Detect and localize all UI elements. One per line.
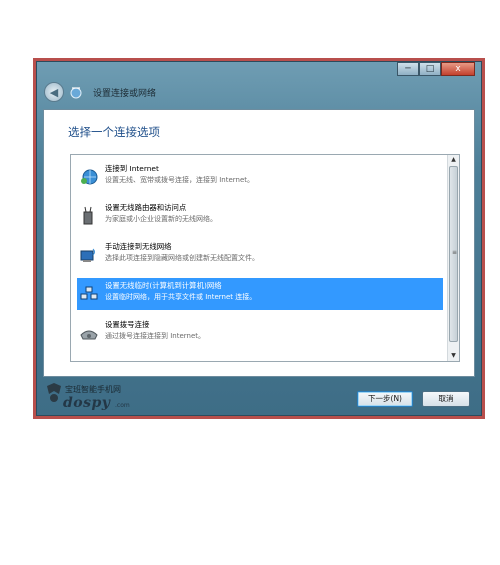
option-description: 选择此项连接到隐藏网络或创建新无线配置文件。	[105, 254, 259, 262]
adhoc-network-icon	[79, 284, 99, 304]
watermark-logo: 宝班智能手机网 dospy .com	[45, 382, 145, 412]
option-manual-wireless[interactable]: 手动连接到无线网络 选择此项连接到隐藏网络或创建新无线配置文件。	[77, 239, 443, 271]
next-button[interactable]: 下一步(N)	[357, 391, 413, 407]
grip-icon: ≡	[452, 249, 458, 256]
wireless-computer-icon	[79, 245, 99, 265]
vertical-scrollbar[interactable]: ▲ ≡ ▼	[447, 155, 459, 361]
option-adhoc-network[interactable]: 设置无线临时(计算机到计算机)网络 设置临时网络，用于共享文件或 Interne…	[77, 278, 443, 310]
window-controls: ─ □ x	[397, 62, 475, 76]
scrollbar-thumb[interactable]: ≡	[449, 166, 458, 342]
globe-network-icon	[79, 167, 99, 187]
option-description: 设置临时网络，用于共享文件或 Internet 连接。	[105, 293, 257, 301]
option-title: 设置无线临时(计算机到计算机)网络	[105, 281, 222, 290]
cancel-button[interactable]: 取消	[422, 391, 470, 407]
minimize-button[interactable]: ─	[397, 62, 419, 76]
page-heading: 选择一个连接选项	[68, 125, 160, 139]
close-button[interactable]: x	[441, 62, 475, 76]
option-description: 为家庭或小企业设置新的无线网络。	[105, 215, 217, 223]
watermark-domain: .com	[115, 402, 130, 409]
option-connect-internet[interactable]: 连接到 Internet 设置无线、宽带或拨号连接，连接到 Internet。	[77, 161, 443, 193]
watermark-brand: dospy	[63, 395, 111, 411]
content-panel: 选择一个连接选项 连接到 Internet 设置无线、宽带或拨号连接，连接到 I…	[43, 109, 475, 377]
back-arrow-icon[interactable]: ◀	[44, 82, 64, 102]
option-title: 手动连接到无线网络	[105, 242, 172, 251]
option-title: 设置无线路由器和访问点	[105, 203, 187, 212]
window-title: 设置连接或网络	[93, 89, 157, 99]
maximize-button[interactable]: □	[419, 62, 441, 76]
option-description: 设置无线、宽带或拨号连接，连接到 Internet。	[105, 176, 255, 184]
connection-options-list[interactable]: 连接到 Internet 设置无线、宽带或拨号连接，连接到 Internet。 …	[70, 154, 460, 362]
option-description: 通过拨号连接连接到 Internet。	[105, 332, 206, 340]
logo-icon	[45, 382, 63, 404]
watermark-text: 宝班智能手机网	[65, 385, 121, 394]
option-title: 设置拨号连接	[105, 320, 150, 329]
dialog-window: ─ □ x ◀ 设置连接或网络 选择一个连接选项 连接到 Internet 设置…	[36, 61, 482, 416]
option-setup-router[interactable]: 设置无线路由器和访问点 为家庭或小企业设置新的无线网络。	[77, 200, 443, 232]
option-title: 连接到 Internet	[105, 164, 159, 173]
network-icon	[69, 85, 83, 99]
dialup-phone-icon	[79, 323, 99, 343]
option-dialup[interactable]: 设置拨号连接 通过拨号连接连接到 Internet。	[77, 317, 443, 349]
scroll-up-icon[interactable]: ▲	[448, 155, 459, 165]
scroll-down-icon[interactable]: ▼	[448, 351, 459, 361]
wireless-router-icon	[79, 206, 99, 226]
